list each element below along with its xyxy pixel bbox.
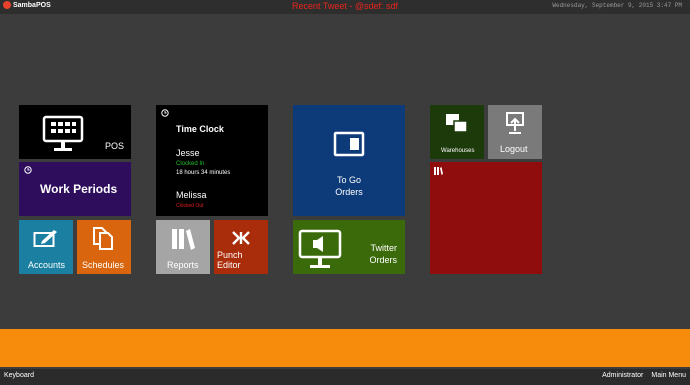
to-go-orders-tile[interactable]: To Go Orders xyxy=(293,105,405,216)
user-label: Administrator xyxy=(602,372,644,379)
twitter-orders-tile[interactable]: Twitter Orders xyxy=(293,220,405,274)
tablet-icon xyxy=(333,131,365,157)
date-time: Wednesday, September 9, 2015 3:47 PM xyxy=(552,2,682,9)
footer-banner xyxy=(0,329,690,367)
speaker-monitor-icon xyxy=(298,229,342,268)
status-bar: Keyboard Administrator Main Menu xyxy=(0,369,690,385)
time-clock-title: Time Clock xyxy=(176,124,224,134)
employee-duration: 18 hours 34 minutes xyxy=(176,170,231,176)
red-tile[interactable] xyxy=(430,162,542,274)
logout-label: Logout xyxy=(500,144,528,154)
employee-name: Melissa xyxy=(176,190,207,200)
schedules-label: Schedules xyxy=(82,260,125,270)
punch-editor-label: Punch Editor xyxy=(217,250,243,270)
pos-tile[interactable]: POS xyxy=(19,105,131,159)
clock-icon xyxy=(161,109,169,117)
employee-status: Clocked Out xyxy=(176,203,204,209)
keyboard-button[interactable]: Keyboard xyxy=(4,372,34,379)
edit-icon xyxy=(33,230,57,247)
time-clock-tile[interactable]: Time Clock Jesse Clocked In 18 hours 34 … xyxy=(156,105,268,216)
twitter-orders-label-2: Orders xyxy=(369,255,397,265)
clock-icon xyxy=(24,166,32,174)
logout-tile[interactable]: Logout xyxy=(488,105,542,159)
reports-tile[interactable]: Reports xyxy=(156,220,210,274)
schedules-tile[interactable]: Schedules xyxy=(77,220,131,274)
warehouses-tile[interactable]: Warehouses xyxy=(430,105,484,159)
main-menu-button[interactable]: Main Menu xyxy=(651,372,686,379)
documents-icon xyxy=(93,227,113,250)
logout-icon xyxy=(506,112,524,134)
books-icon xyxy=(172,229,195,250)
books-icon xyxy=(434,167,443,175)
work-periods-label: Work Periods xyxy=(40,182,118,196)
warehouse-icon xyxy=(446,114,468,133)
pos-label: POS xyxy=(104,141,124,151)
reports-label: Reports xyxy=(167,260,199,270)
punch-editor-icon xyxy=(232,231,250,245)
accounts-tile[interactable]: Accounts xyxy=(19,220,73,274)
accounts-label: Accounts xyxy=(28,260,66,270)
employee-status: Clocked In xyxy=(176,161,205,167)
work-periods-tile[interactable]: Work Periods xyxy=(19,162,131,216)
punch-editor-tile[interactable]: Punch Editor xyxy=(214,220,268,274)
to-go-orders-label-2: Orders xyxy=(335,187,363,197)
to-go-orders-label-1: To Go xyxy=(336,175,361,185)
employee-name: Jesse xyxy=(176,148,200,158)
keyboard-monitor-icon xyxy=(42,115,84,151)
top-bar: SambaPOS Recent Tweet - @sdef: sdf Wedne… xyxy=(0,0,690,14)
status-right-group: Administrator Main Menu xyxy=(602,372,686,379)
twitter-orders-label-1: Twitter xyxy=(370,243,397,253)
warehouses-label: Warehouses xyxy=(441,148,475,154)
